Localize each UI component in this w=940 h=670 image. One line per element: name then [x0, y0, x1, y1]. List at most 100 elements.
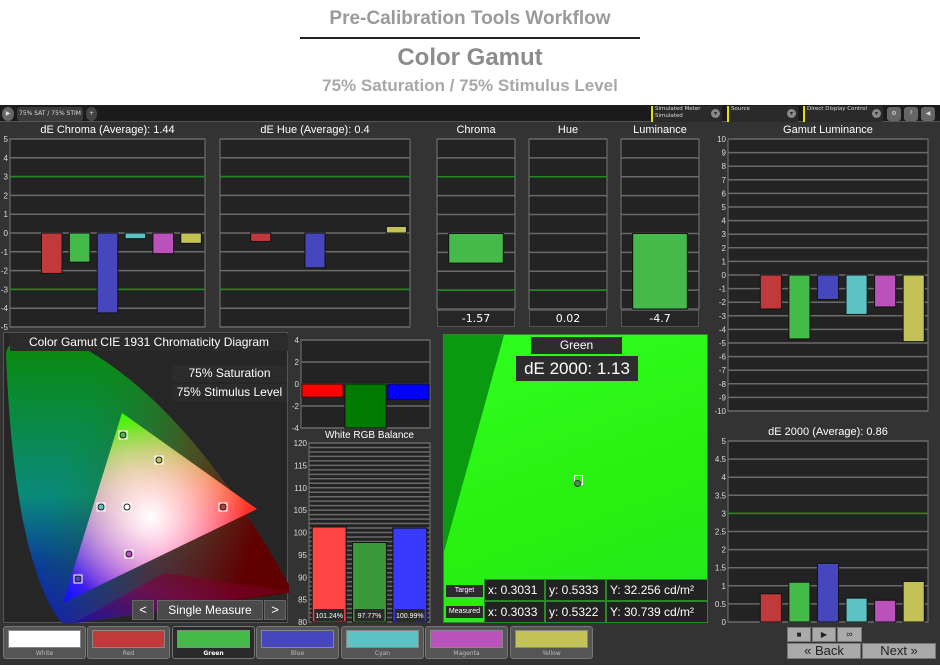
gear-icon[interactable]: ⚙ — [887, 107, 901, 121]
patch-green[interactable]: Green — [172, 626, 255, 659]
tick-label: 4.5 — [715, 455, 727, 464]
bar-b — [392, 527, 428, 623]
source-dropdown[interactable]: Source ▾ — [727, 106, 798, 122]
cie-title: Color Gamut CIE 1931 Chromaticity Diagra… — [10, 334, 288, 351]
measured-marker-blue — [74, 575, 82, 583]
patch-cyan[interactable]: Cyan — [341, 626, 424, 659]
back-icon: « — [804, 643, 815, 658]
tick-label: 5 — [722, 437, 727, 446]
patch-de2000: dE 2000: 1.13 — [516, 356, 638, 381]
chevron-down-icon: ▾ — [872, 109, 881, 118]
back-button[interactable]: « Back — [787, 643, 861, 659]
patch-magenta[interactable]: Magenta — [425, 626, 508, 659]
tick-label: 100 — [294, 529, 308, 538]
hue-value: 0.02 — [529, 310, 607, 327]
chroma-value: -1.57 — [437, 310, 515, 327]
tick-label: 1 — [722, 582, 727, 591]
chevron-down-icon: ▾ — [711, 109, 720, 118]
patch-name: Green — [531, 337, 622, 354]
add-tab-icon[interactable]: + — [86, 107, 97, 121]
measured-marker-cyan — [97, 503, 105, 511]
tick-label: 3 — [722, 509, 727, 518]
patch-label: Green — [203, 650, 224, 657]
tick-label: 115 — [294, 461, 307, 470]
bar-value-label: 101.24% — [315, 613, 343, 620]
tick-label: 110 — [294, 484, 307, 493]
tick-label: 0 — [722, 618, 727, 627]
patch-label: Yellow — [542, 650, 561, 657]
patch-label: Blue — [290, 650, 305, 657]
patch-label: White — [35, 650, 54, 657]
tick-label: 85 — [298, 596, 307, 605]
tick-label: 90 — [298, 573, 307, 582]
meter-dropdown[interactable]: Simulated Meter Simulated ▾ — [651, 106, 722, 122]
measured-marker-green — [119, 431, 127, 439]
tick-label: 120 — [294, 439, 308, 448]
previous-patch-button[interactable]: < — [132, 600, 154, 620]
target-label: Target — [446, 585, 483, 597]
target-x: x: 0.3031 — [484, 579, 545, 601]
patch-color — [8, 630, 81, 648]
bar-magenta — [874, 599, 897, 623]
meter-value: Simulated — [655, 113, 683, 119]
target-y: y: 0.5333 — [545, 579, 606, 601]
measured-marker-yellow — [155, 456, 163, 464]
bar-value-label: 100.99% — [396, 613, 424, 620]
saturation-label: 75% Saturation — [172, 365, 287, 382]
measured-x: x: 0.3033 — [484, 601, 545, 622]
tick-label: 4 — [722, 473, 727, 482]
tick-label: 2 — [722, 546, 727, 555]
bar-value-label: 97.77% — [358, 613, 382, 620]
bar-r — [311, 526, 347, 623]
page-subtitle: 75% Saturation / 75% Stimulus Level — [322, 76, 618, 95]
back-label: Back — [814, 643, 844, 658]
patch-blue[interactable]: Blue — [256, 626, 339, 659]
help-icon[interactable]: ? — [904, 107, 918, 121]
next-button[interactable]: Next » — [862, 643, 936, 659]
bar-cyan — [845, 597, 868, 623]
patch-color — [92, 630, 165, 648]
page-title: Color Gamut — [397, 44, 543, 71]
display-control-dropdown[interactable]: Direct Display Control ▾ — [803, 106, 883, 122]
loop-icon[interactable]: ∞ — [837, 627, 862, 642]
tab-75-sat[interactable]: 75% SAT / 75% STIM — [17, 107, 83, 121]
single-measure-button[interactable]: Single Measure — [157, 600, 263, 620]
patch-color — [430, 630, 503, 648]
tick-label: 1.5 — [715, 564, 727, 573]
header-divider — [300, 37, 640, 39]
tick-label: 105 — [294, 506, 308, 515]
bar-red — [759, 593, 782, 623]
stop-icon[interactable]: ■ — [787, 627, 811, 642]
bar-blue — [816, 562, 840, 623]
patch-red[interactable]: Red — [87, 626, 170, 659]
measured-marker-red — [219, 503, 227, 511]
measured-luminance: Y: 30.739 cd/m² — [606, 601, 707, 622]
patch-detail-panel: Green dE 2000: 1.13 Target Measured x: 0… — [443, 334, 708, 623]
patch-white[interactable]: White — [3, 626, 86, 659]
chevron-down-icon: ▾ — [787, 109, 796, 118]
tick-label: 0.5 — [715, 600, 727, 609]
patch-label: Magenta — [453, 650, 480, 657]
tick-label: 2.5 — [715, 528, 727, 537]
measured-label: Measured — [446, 606, 483, 618]
next-patch-button[interactable]: > — [264, 600, 286, 620]
collapse-icon[interactable]: ◀ — [921, 107, 935, 121]
play-icon[interactable]: ▶ — [812, 627, 836, 642]
next-label: Next — [880, 643, 907, 658]
target-luminance: Y: 32.256 cd/m² — [606, 579, 707, 601]
meter-label: Simulated Meter — [655, 106, 701, 112]
luminance-value: -4.7 — [621, 310, 699, 327]
play-icon[interactable]: ▶ — [2, 107, 14, 121]
patch-yellow[interactable]: Yellow — [510, 626, 593, 659]
patch-color — [346, 630, 419, 648]
measured-marker-magenta — [125, 550, 133, 558]
patch-color — [515, 630, 588, 648]
patch-label: Red — [122, 650, 135, 657]
stimulus-label: 75% Stimulus Level — [172, 384, 287, 401]
tick-label: 3.5 — [715, 491, 727, 500]
tick-label: 95 — [298, 551, 307, 560]
measured-marker — [574, 480, 581, 487]
patch-color — [261, 630, 334, 648]
measured-marker-white — [123, 503, 131, 511]
bar-yellow — [902, 580, 925, 623]
